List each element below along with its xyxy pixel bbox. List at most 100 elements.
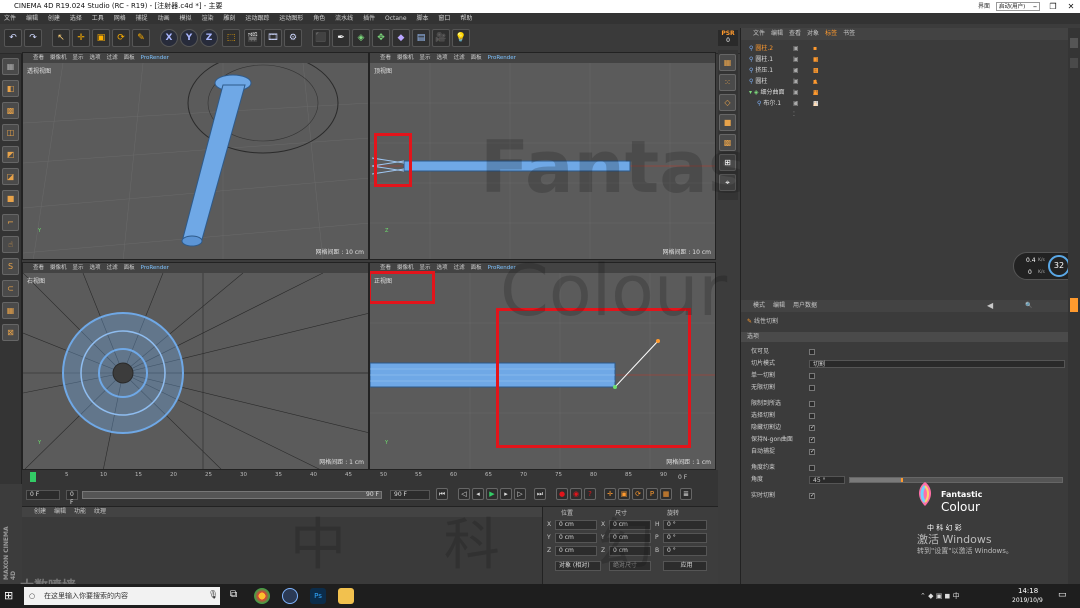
side-tab[interactable] [1070, 38, 1078, 48]
attribute-checkbox[interactable]: ✓ [809, 493, 815, 499]
viewport-menu-item[interactable]: 显示 [420, 55, 431, 61]
object-row[interactable]: ⚲ 圆柱.1 ▣ ✓ ▪ ▩ [749, 54, 819, 74]
attribute-checkbox[interactable]: ✓ [809, 449, 815, 455]
cube-icon[interactable]: ⬛ [312, 29, 330, 47]
render-view-icon[interactable]: 🎬 [244, 29, 262, 47]
record-icon[interactable]: ● [556, 488, 568, 500]
menu-item[interactable]: 帮助 [456, 13, 476, 24]
notification-icon[interactable]: ▭ [1058, 590, 1067, 600]
viewport-menu-item[interactable]: 查看 [380, 55, 391, 61]
menu-item[interactable]: 窗口 [434, 13, 454, 24]
object-menu-item[interactable]: 对象 [807, 30, 819, 37]
auto-key-icon[interactable]: ◉ [570, 488, 582, 500]
grid-icon[interactable]: ▦ [2, 302, 19, 319]
cinema4d-icon[interactable] [282, 588, 298, 604]
select-arrow-icon[interactable]: ↖ [52, 29, 70, 47]
attribute-checkbox[interactable]: ✓ [809, 437, 815, 443]
menu-item[interactable]: Octane [381, 13, 411, 24]
menu-item[interactable]: 运动跟踪 [241, 13, 273, 24]
step-back-icon[interactable]: ◂ [472, 488, 484, 500]
undo-icon[interactable]: ↶ [4, 29, 22, 47]
render-settings-icon[interactable]: ⚙ [284, 29, 302, 47]
menu-item[interactable]: 工具 [88, 13, 108, 24]
light-icon[interactable]: 💡 [452, 29, 470, 47]
render-picture-viewer-icon[interactable]: 🎞 [264, 29, 282, 47]
photoshop-icon[interactable]: Ps [310, 588, 326, 604]
workplane-grid-icon[interactable]: ◫ [2, 124, 19, 141]
menu-item[interactable]: 雕刻 [219, 13, 239, 24]
object-menu-item[interactable]: 编辑 [771, 30, 783, 37]
menu-item[interactable]: 流水线 [331, 13, 357, 24]
viewport-menu-item[interactable]: 过滤 [107, 265, 118, 271]
viewport-right[interactable]: 查看 摄像机 显示 选项 过滤 面板 ProRender 右视图 网格间距 : 1 cm [22, 262, 369, 470]
search-icon[interactable]: 🔍 [1025, 300, 1032, 312]
playhead[interactable] [30, 472, 36, 482]
tray-icons[interactable]: ⌃ ◆ ▣ ◼ 中 [920, 591, 960, 601]
viewport-menu-item[interactable]: ProRender [141, 55, 169, 61]
menu-item[interactable]: 模拟 [176, 13, 196, 24]
redo-icon[interactable]: ↷ [24, 29, 42, 47]
timeline-layout-icon[interactable]: ≣ [680, 488, 692, 500]
edges-icon[interactable]: ◪ [2, 168, 19, 185]
side-tab[interactable] [1070, 58, 1078, 68]
menu-item[interactable]: 动画 [154, 13, 174, 24]
object-row[interactable]: ⚲ 布尔.1 ▣ ⁚ ▩ [757, 98, 819, 118]
viewport-menu-item[interactable]: 选项 [90, 265, 101, 271]
pen-icon[interactable]: ✒ [332, 29, 350, 47]
viewport-menu-item[interactable]: 面板 [471, 265, 482, 271]
deformer-icon[interactable]: ◆ [392, 29, 410, 47]
slice-mode-select[interactable]: 切割 [809, 360, 1065, 368]
viewport-menu-item[interactable]: 显示 [73, 55, 84, 61]
psr-widget[interactable]: PSR 0 [718, 30, 738, 46]
current-frame-field[interactable]: 0 F [678, 474, 687, 481]
viewport-menu-item[interactable]: 过滤 [454, 265, 465, 271]
viewport-menu-item[interactable]: 面板 [124, 55, 135, 61]
object-row[interactable]: ▾ ◈ 细分曲面 ▣ ✓ [749, 87, 799, 107]
attribute-checkbox[interactable] [809, 385, 815, 391]
y-axis-toggle[interactable]: Y [180, 29, 198, 47]
clock-time[interactable]: 14:18 [1018, 587, 1038, 595]
windows-start-icon[interactable]: ⊞ [4, 589, 13, 602]
camera-icon[interactable]: 🎥 [432, 29, 450, 47]
viewport-menu-item[interactable]: ProRender [488, 55, 516, 61]
live-select-icon[interactable]: ✎ [132, 29, 150, 47]
key-scale-icon[interactable]: ▣ [618, 488, 630, 500]
close-icon[interactable]: ✕ [1060, 0, 1080, 13]
viewport-menu-item[interactable]: 选项 [437, 265, 448, 271]
rotate-icon[interactable]: ⟳ [112, 29, 130, 47]
snap-enable-icon[interactable]: S [2, 258, 19, 275]
goto-end-icon[interactable]: ⏭ [534, 488, 546, 500]
texture-icon[interactable]: ▩ [2, 102, 19, 119]
viewport-menu-item[interactable]: 面板 [124, 265, 135, 271]
attribute-checkbox[interactable] [809, 413, 815, 419]
min-frame-field[interactable]: 0 F [66, 490, 78, 506]
model-mode-icon[interactable]: ▦ [719, 54, 736, 71]
next-key-icon[interactable]: ▷ [514, 488, 526, 500]
prev-key-icon[interactable]: ◁ [458, 488, 470, 500]
coordinate-system-icon[interactable]: ⬚ [222, 29, 240, 47]
play-icon[interactable]: ▶ [486, 488, 498, 500]
max-frame-field[interactable]: 90 F [390, 490, 430, 500]
points-mode-icon[interactable]: ⁙ [719, 74, 736, 91]
object-row[interactable]: ⚲ 挤压.1 ▣ ⁚ ▩ ▲ ▲ ▲ [749, 65, 819, 107]
goto-start-icon[interactable]: ⏮ [436, 488, 448, 500]
viewport-menu-item[interactable]: 过滤 [107, 55, 118, 61]
range-slider[interactable] [82, 491, 382, 499]
menu-item[interactable]: 脚本 [412, 13, 432, 24]
object-row[interactable]: ⚲ 圆柱.2 ▣ ⁚ ▪ ▩ [749, 43, 819, 63]
menu-item[interactable]: 编辑 [22, 13, 42, 24]
scale-icon[interactable]: ▣ [92, 29, 110, 47]
attribute-checkbox[interactable] [809, 373, 815, 379]
tweak-icon[interactable]: ☝ [2, 236, 19, 253]
task-view-icon[interactable]: ⧉ [230, 589, 237, 600]
viewport-menu-item[interactable]: 选项 [90, 55, 101, 61]
angle-field[interactable]: 45 ° [809, 476, 845, 484]
object-menu-item[interactable]: 查看 [789, 30, 801, 37]
keyframe-selection-icon[interactable]: ? [584, 488, 596, 500]
viewport-menu-item[interactable]: 摄像机 [397, 55, 414, 61]
x-axis-toggle[interactable]: X [160, 29, 178, 47]
attribute-checkbox[interactable] [809, 401, 815, 407]
model-icon[interactable]: ◧ [2, 80, 19, 97]
chrome-icon[interactable] [254, 588, 270, 604]
back-arrow-icon[interactable]: ◀ [987, 300, 993, 312]
